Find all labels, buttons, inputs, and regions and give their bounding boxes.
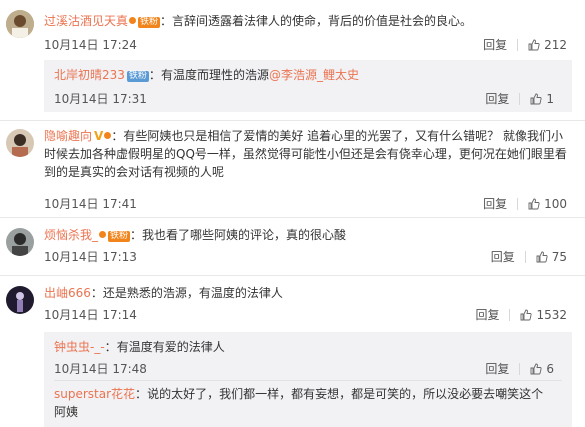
comment-line: 隐喻趣向 V ：有些阿姨也只是相信了爱情的美好 追着心里的光罢了，又有什么错呢？ 就…: [44, 127, 574, 181]
thumb-up-icon: [536, 251, 548, 263]
colon: ：: [90, 286, 103, 300]
colon: ：: [111, 129, 124, 143]
colon: ：: [160, 14, 173, 28]
username[interactable]: 出岫666: [44, 286, 91, 300]
thumb-up-icon: [521, 309, 533, 321]
like-button[interactable]: 100: [528, 196, 567, 212]
comment-item: 出岫666：还是熟悉的浩源，有温度的法律人 10月14日 17:14 回复 153…: [0, 276, 585, 427]
divider: [517, 198, 519, 210]
comment-text: 还是熟悉的浩源，有温度的法律人: [102, 286, 283, 300]
colon: ：: [135, 387, 148, 401]
username[interactable]: 钟虫虫-_-: [54, 340, 105, 354]
reply-actions: 回复 1: [485, 91, 554, 107]
username[interactable]: superstar花花: [54, 387, 135, 401]
username[interactable]: 烦恼杀我_: [44, 228, 98, 242]
vip-icon: [99, 231, 107, 238]
thumb-up-icon: [530, 93, 542, 105]
reply-button[interactable]: 回复: [485, 91, 509, 107]
username[interactable]: 过溪沽酒见天真: [44, 14, 128, 28]
reply-button[interactable]: 回复: [483, 196, 507, 212]
divider: [524, 251, 526, 263]
comment-actions: 回复 1532: [475, 307, 567, 323]
comment-actions: 回复 100: [483, 196, 567, 212]
thumb-up-icon: [528, 39, 540, 51]
divider: [509, 309, 511, 321]
mention-link[interactable]: @李浩源_鲤太史: [269, 68, 359, 82]
avatar[interactable]: [6, 10, 34, 38]
like-count: 1: [546, 92, 554, 106]
like-button[interactable]: 212: [528, 37, 567, 53]
comment-text: 言辞间透露着法律人的使命，背后的价值是社会的良心。: [172, 14, 473, 28]
thumb-up-icon: [530, 363, 542, 375]
comment-item: 过溪沽酒见天真 铁粉 ：言辞间透露着法律人的使命，背后的价值是社会的良心。 10月1…: [0, 0, 585, 118]
divider: [54, 380, 562, 381]
divider: [517, 39, 519, 51]
fan-badge: 铁粉: [108, 231, 131, 242]
like-button[interactable]: 75: [536, 249, 567, 265]
colon: ：: [104, 340, 117, 354]
comment-text: 有些阿姨也只是相信了爱情的美好 追着心里的光罢了，又有什么错呢？ 就像我们小时候…: [44, 129, 567, 179]
divider: [519, 93, 521, 105]
comment-line: 过溪沽酒见天真 铁粉 ：言辞间透露着法律人的使命，背后的价值是社会的良心。: [44, 13, 472, 30]
like-count: 212: [544, 38, 567, 52]
comment-item: 烦恼杀我_ 铁粉 ：我也看了哪些阿姨的评论，真的很心酸 10月14日 17:13 回…: [0, 218, 585, 272]
username[interactable]: 隐喻趣向: [44, 129, 92, 143]
like-count: 6: [546, 362, 554, 376]
vip-icon: [129, 17, 137, 24]
reply-line: 钟虫虫-_-：有温度有爱的法律人: [54, 339, 225, 356]
reply-time: 10月14日 17:48: [54, 362, 147, 376]
fan-badge: 铁粉: [138, 17, 161, 28]
like-count: 1532: [536, 308, 567, 322]
comment-actions: 回复 75: [491, 249, 567, 265]
like-button[interactable]: 6: [530, 361, 554, 377]
reply-line: 北岸初晴233 铁粉 ：有温度而理性的浩源@李浩源_鲤太史: [54, 67, 359, 84]
thumb-up-icon: [528, 198, 540, 210]
colon: ：: [148, 68, 161, 82]
comment-text: 我也看了哪些阿姨的评论，真的很心酸: [142, 228, 347, 242]
comment-item: 隐喻趣向 V ：有些阿姨也只是相信了爱情的美好 追着心里的光罢了，又有什么错呢？ 就…: [0, 121, 585, 217]
like-count: 100: [544, 197, 567, 211]
comment-time: 10月14日 17:14: [44, 308, 137, 322]
reply-actions: 回复 6: [485, 361, 554, 377]
divider: [519, 363, 521, 375]
reply-button[interactable]: 回复: [483, 37, 507, 53]
like-count: 75: [551, 250, 567, 264]
reply-text: 有温度有爱的法律人: [116, 340, 225, 354]
avatar[interactable]: [6, 286, 34, 314]
reply-box: 北岸初晴233 铁粉 ：有温度而理性的浩源@李浩源_鲤太史 10月14日 17:31…: [44, 60, 572, 112]
reply-text: 有温度而理性的浩源: [160, 68, 269, 82]
comment-line: 烦恼杀我_ 铁粉 ：我也看了哪些阿姨的评论，真的很心酸: [44, 227, 346, 244]
reply-line: superstar花花：说的太好了，我们都一样，都有妄想，都是可笑的，所以没必要…: [54, 385, 554, 421]
username[interactable]: 北岸初晴233: [54, 68, 125, 82]
reply-button[interactable]: 回复: [491, 249, 515, 265]
comment-time: 10月14日 17:41: [44, 197, 137, 211]
reply-button[interactable]: 回复: [475, 307, 499, 323]
like-button[interactable]: 1532: [520, 307, 567, 323]
reply-button[interactable]: 回复: [485, 361, 509, 377]
like-button[interactable]: 1: [530, 91, 554, 107]
fan-badge: 铁粉: [126, 71, 149, 82]
colon: ：: [130, 228, 143, 242]
avatar[interactable]: [6, 129, 34, 157]
avatar[interactable]: [6, 228, 34, 256]
comment-actions: 回复 212: [483, 37, 567, 53]
verified-icon: V: [94, 129, 104, 143]
comment-line: 出岫666：还是熟悉的浩源，有温度的法律人: [44, 285, 283, 302]
reply-box: 钟虫虫-_-：有温度有爱的法律人 10月14日 17:48 回复 6 supers…: [44, 332, 572, 427]
comment-time: 10月14日 17:24: [44, 38, 137, 52]
comment-time: 10月14日 17:13: [44, 250, 137, 264]
reply-time: 10月14日 17:31: [54, 92, 147, 106]
